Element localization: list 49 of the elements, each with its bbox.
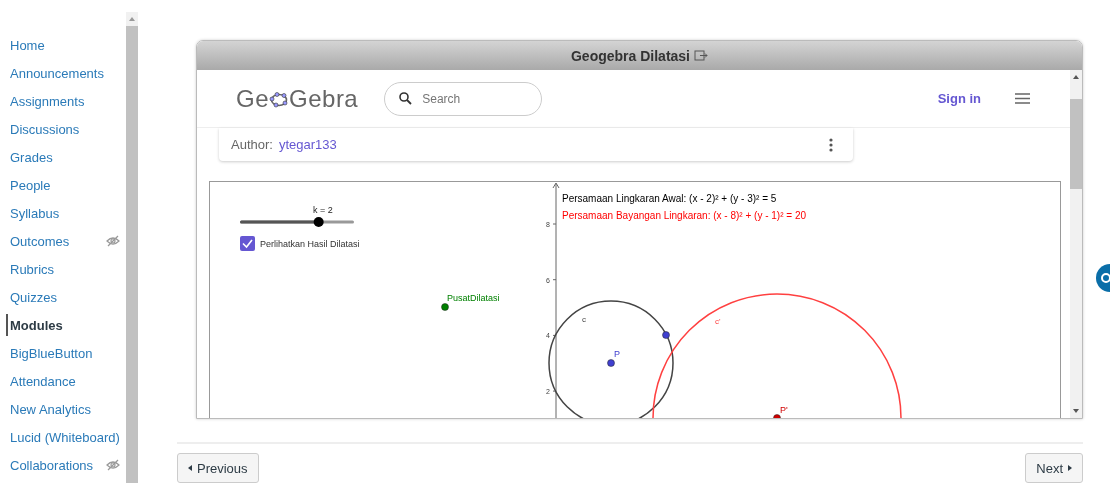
sidebar-item[interactable]: BigBlueButton	[10, 345, 120, 361]
logo-ellipse-icon	[269, 89, 289, 108]
slider-thumb[interactable]	[313, 217, 324, 227]
scrollbar-thumb[interactable]	[126, 26, 138, 483]
sidebar-item[interactable]: Discussions	[10, 121, 120, 137]
search-input[interactable]: Search	[420, 90, 535, 107]
sidebar-item[interactable]: Grades	[10, 149, 120, 165]
sign-in-link[interactable]: Sign in	[937, 91, 981, 106]
more-options-icon[interactable]	[829, 137, 833, 152]
equation-text: Persamaan Lingkaran Awal: (x - 2)² + (y - 3)² = 5	[562, 193, 777, 204]
sidebar-item[interactable]: Home	[10, 37, 120, 53]
search-icon	[399, 92, 413, 105]
point-label: PusatDilatasi	[447, 293, 500, 303]
slider[interactable]	[240, 220, 354, 224]
sidebar-item[interactable]: Collaborations	[10, 457, 106, 473]
sidebar-item[interactable]: Rubrics	[10, 261, 120, 277]
sidebar-item[interactable]: New Analytics	[10, 401, 120, 417]
external-link-icon[interactable]	[694, 50, 708, 61]
author-label: Author:	[231, 137, 273, 152]
floating-button-icon[interactable]	[1094, 264, 1110, 292]
sidebar-item[interactable]: Assignments	[10, 93, 120, 109]
caret-icon	[188, 465, 192, 471]
author-link[interactable]: ytegar133	[278, 137, 337, 152]
previous-button[interactable]: Previous	[177, 453, 259, 483]
sidebar-item[interactable]: Quizzes	[10, 289, 120, 305]
equation-text: Persamaan Bayangan Lingkaran: (x - 8)² + (y - 1)² = 20	[562, 210, 806, 221]
point-label: P	[614, 349, 620, 359]
checkbox[interactable]	[240, 236, 255, 251]
scroll-up-arrow-icon[interactable]	[1073, 75, 1079, 79]
sidebar-item[interactable]: Syllabus	[10, 205, 120, 221]
sidebar-item[interactable]: Outcomes	[10, 233, 106, 249]
menu-icon[interactable]	[1015, 93, 1030, 104]
geogebra-logo[interactable]: Ge Gebra	[236, 84, 359, 113]
circle-label: c'	[715, 317, 721, 326]
sidebar-item[interactable]: People	[10, 177, 120, 193]
scroll-down-arrow-icon[interactable]	[1073, 409, 1079, 413]
scrollbar-thumb[interactable]	[1070, 99, 1082, 189]
checkbox-label: Perlihatkan Hasil Dilatasi	[260, 239, 360, 249]
frame-title: Geogebra Dilatasi	[570, 47, 690, 64]
circle-label: c	[582, 315, 586, 324]
caret-icon	[1068, 465, 1072, 471]
slider-label: k = 2	[313, 205, 333, 215]
sidebar-item[interactable]: Modules	[10, 317, 120, 333]
point	[662, 331, 670, 339]
sidebar-item[interactable]: Attendance	[10, 373, 120, 389]
next-button[interactable]: Next	[1025, 453, 1083, 483]
point-label: P'	[780, 405, 788, 415]
sidebar-item[interactable]: Announcements	[10, 65, 120, 81]
sidebar-item[interactable]: Lucid (Whiteboard)	[10, 429, 120, 445]
